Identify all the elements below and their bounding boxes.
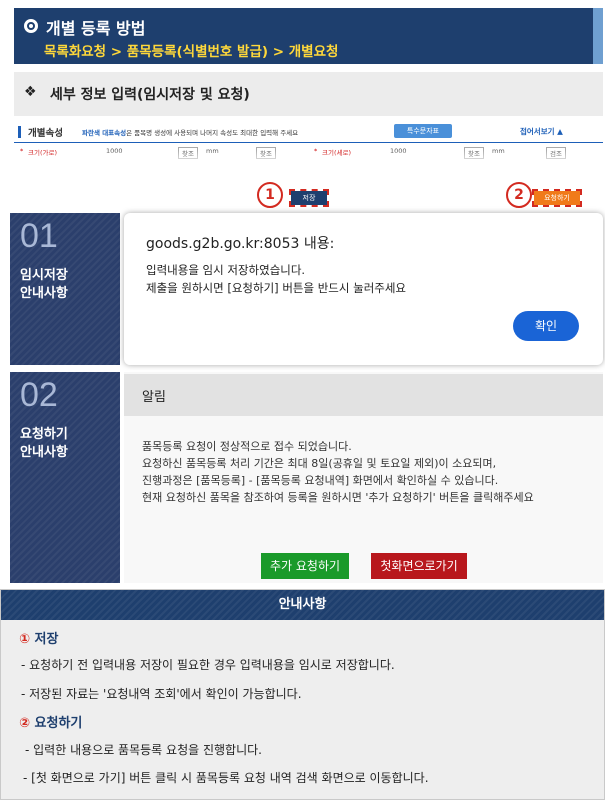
step-1-panel: 01 임시저장 안내사항 xyxy=(10,213,120,365)
dialog-line: 요청하신 품목등록 처리 기간은 최대 8일(공휴일 및 토요일 제외)이 소요… xyxy=(142,457,497,470)
form-title: 개별속성 xyxy=(28,128,63,139)
step-number: 02 xyxy=(20,376,58,414)
save-button[interactable]: 저장 xyxy=(289,189,329,207)
guide-item-2-heading: ② 요청하기 xyxy=(19,712,82,731)
marker-1: 1 xyxy=(257,182,283,208)
dialog-line: 제출을 원하시면 [요청하기] 버튼을 반드시 눌러주세요 xyxy=(146,281,407,295)
guide-item-title: 저장 xyxy=(34,632,59,647)
section-title-bar: ❖ 세부 정보 입력(임시저장 및 요청) xyxy=(14,72,603,116)
step-name-line: 임시저장 xyxy=(20,268,68,283)
dialog-header: 알림 xyxy=(124,374,603,416)
form-note-highlight: 파란색 대표속성 xyxy=(82,129,127,137)
breadcrumb: 목록화요청 > 품목등록(식별번호 발급) > 개별요청 xyxy=(44,44,339,60)
dialog-host: goods.g2b.go.kr:8053 내용: xyxy=(146,236,335,252)
collapse-link[interactable]: 접어서보기 ▲ xyxy=(520,126,563,137)
form-note-text: 은 품목명 생성에 사용되며 나머지 속성도 최대한 입력해 주세요 xyxy=(126,129,299,137)
marker-2: 2 xyxy=(506,182,532,208)
step-name-line: 요청하기 xyxy=(20,427,68,442)
attribute-form-preview: 개별속성 파란색 대표속성은 품목명 생성에 사용되며 나머지 속성도 최대한 … xyxy=(14,120,603,175)
dialog-line: 현재 요청하신 품목을 참조하여 등록을 원하시면 '추가 요청하기' 버튼을 … xyxy=(142,491,534,504)
page-title: 개별 등록 방법 xyxy=(46,19,146,38)
request-button[interactable]: 요청하기 xyxy=(532,189,582,207)
section-marker xyxy=(18,126,21,138)
circle-bullet-icon xyxy=(24,19,38,33)
guide-line: - 저장된 자료는 '요청내역 조회'에서 확인이 가능합니다. xyxy=(21,687,302,701)
step-name: 임시저장 안내사항 xyxy=(20,267,68,303)
number-circle-icon: ② xyxy=(19,716,31,731)
guide-line: - 요청하기 전 입력내용 저장이 필요한 경우 입력내용을 임시로 저장합니다… xyxy=(21,658,395,672)
add-request-button[interactable]: 추가 요청하기 xyxy=(261,553,349,579)
page-header: 개별 등록 방법 목록화요청 > 품목등록(식별번호 발급) > 개별요청 xyxy=(14,8,603,64)
guide-line: - 입력한 내용으로 품목등록 요청을 진행합니다. xyxy=(25,743,262,757)
alert-dialog: goods.g2b.go.kr:8053 내용: 입력내용을 임시 저장하였습니… xyxy=(124,213,603,365)
dialog-body: 품목등록 요청이 정상적으로 접수 되었습니다. 요청하신 품목등록 처리 기간… xyxy=(142,438,534,506)
dialog-title: 알림 xyxy=(142,390,166,405)
go-home-button[interactable]: 첫화면으로가기 xyxy=(371,553,467,579)
guide-item-title: 요청하기 xyxy=(34,716,83,731)
step-name-line: 안내사항 xyxy=(20,445,68,460)
guide-title: 안내사항 xyxy=(1,590,604,620)
guide-panel: 안내사항 ① 저장 - 요청하기 전 입력내용 저장이 필요한 경우 입력내용을… xyxy=(0,589,605,800)
dialog-line: 진행과정은 [품목등록] - [품목등록 요청내역] 화면에서 확인하실 수 있… xyxy=(142,474,499,487)
step-number: 01 xyxy=(20,217,58,255)
step-name-line: 안내사항 xyxy=(20,286,68,301)
guide-item-1-heading: ① 저장 xyxy=(19,628,58,647)
dialog-line: 입력내용을 임시 저장하였습니다. xyxy=(146,263,306,277)
section-title: 세부 정보 입력(임시저장 및 요청) xyxy=(50,87,250,103)
notice-dialog: 알림 품목등록 요청이 정상적으로 접수 되었습니다. 요청하신 품목등록 처리… xyxy=(124,372,603,583)
special-char-button[interactable]: 특수문자표 xyxy=(394,124,452,138)
step-name: 요청하기 안내사항 xyxy=(20,426,68,462)
ok-button[interactable]: 확인 xyxy=(513,311,579,341)
dialog-message: 입력내용을 임시 저장하였습니다. 제출을 원하시면 [요청하기] 버튼을 반드… xyxy=(146,261,406,297)
guide-line: - [첫 화면으로 가기] 버튼 클릭 시 품목등록 요청 내역 검색 화면으로… xyxy=(23,771,429,785)
dialog-line: 품목등록 요청이 정상적으로 접수 되었습니다. xyxy=(142,440,352,453)
number-circle-icon: ① xyxy=(19,632,31,647)
divider xyxy=(14,142,603,143)
step-2-panel: 02 요청하기 안내사항 xyxy=(10,372,120,583)
diamond-bullet-icon: ❖ xyxy=(24,84,37,100)
fade-overlay xyxy=(14,150,603,175)
form-note: 파란색 대표속성은 품목명 생성에 사용되며 나머지 속성도 최대한 입력해 주… xyxy=(82,127,298,137)
